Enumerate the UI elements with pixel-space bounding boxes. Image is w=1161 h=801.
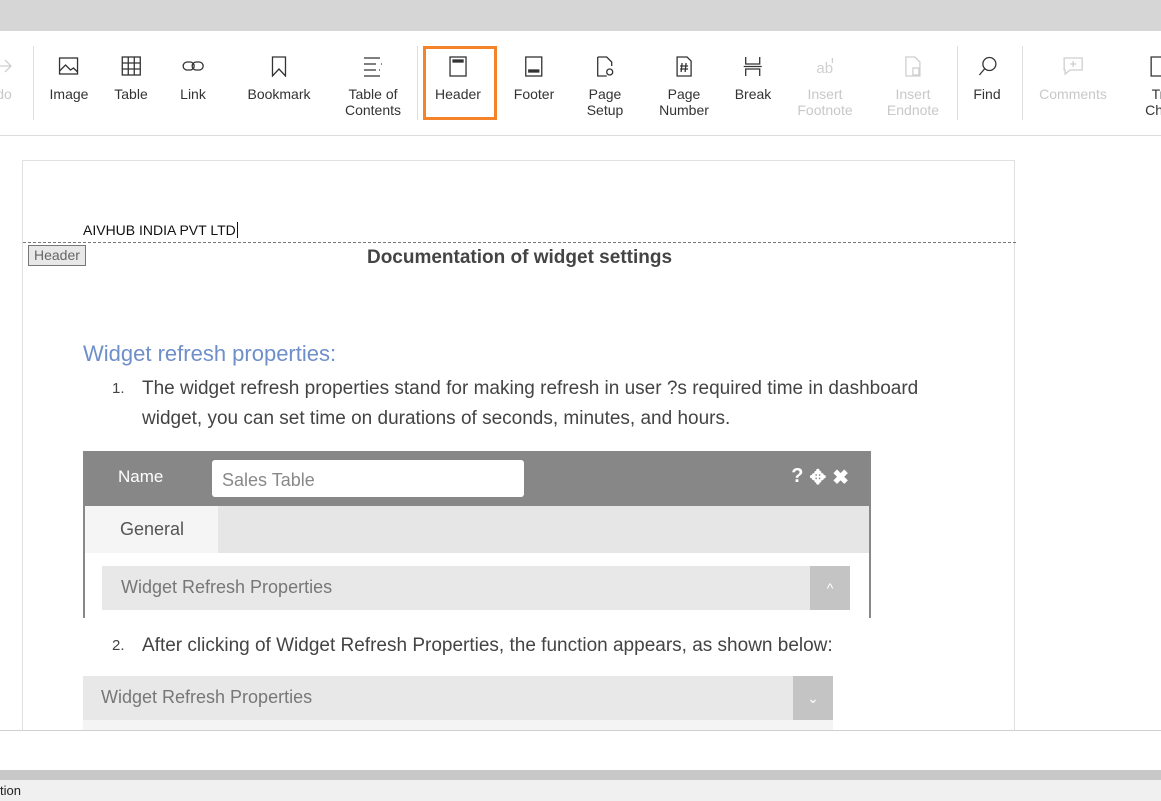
title-bar xyxy=(0,0,1161,31)
find-button[interactable]: Find xyxy=(973,31,1001,136)
widget-refresh-screenshot: Widget Refresh Properties ⌄ xyxy=(83,676,833,731)
break-button[interactable]: Break xyxy=(735,31,771,136)
redo-button[interactable]: do xyxy=(0,31,15,136)
scrollbar[interactable] xyxy=(0,770,1161,780)
help-icon: ? xyxy=(791,465,804,487)
separator xyxy=(1022,46,1023,120)
accordion-widget-refresh: Widget Refresh Properties ^ xyxy=(102,566,850,610)
link-icon xyxy=(181,53,205,79)
search-icon xyxy=(976,53,998,79)
redo-icon xyxy=(0,53,15,79)
table-icon xyxy=(120,53,142,79)
link-button[interactable]: Link xyxy=(180,31,206,136)
header-boundary xyxy=(23,242,1016,243)
page-setup-button[interactable]: Page Setup xyxy=(587,31,623,136)
image-icon xyxy=(58,53,80,79)
close-icon: ✖ xyxy=(832,467,849,489)
header-text[interactable]: AIVHUB INDIA PVT LTD xyxy=(83,222,238,238)
bookmark-button[interactable]: Bookmark xyxy=(247,31,311,136)
move-icon: ✥ xyxy=(809,467,827,489)
document-area[interactable]: AIVHUB INDIA PVT LTD Header Documentatio… xyxy=(0,136,1161,731)
page-setup-icon xyxy=(594,53,616,79)
name-input: Sales Table xyxy=(212,460,524,497)
separator xyxy=(957,46,958,120)
tab-general: General xyxy=(85,506,218,553)
page-number-icon xyxy=(673,53,695,79)
widget-settings-screenshot: Name Sales Table ? ✥ ✖ General Widget Re… xyxy=(83,451,871,618)
insert-endnote-button[interactable]: Insert Endnote xyxy=(887,31,939,136)
footer-icon xyxy=(523,53,545,79)
insert-footnote-button[interactable]: ab Insert Footnote xyxy=(797,31,853,136)
section-heading: Widget refresh properties: xyxy=(83,341,337,366)
horizontal-scroll-area xyxy=(0,730,1161,770)
track-changes-icon xyxy=(1147,53,1161,79)
chevron-down-icon: ⌄ xyxy=(793,676,833,720)
footnote-icon: ab xyxy=(814,53,836,79)
comment-icon xyxy=(1062,53,1084,79)
chevron-up-icon: ^ xyxy=(810,566,850,610)
break-icon xyxy=(742,53,764,79)
comments-button[interactable]: Comments xyxy=(1039,31,1107,136)
table-button[interactable]: Table xyxy=(114,31,148,136)
status-bar: tion xyxy=(0,780,1161,801)
document-title: Documentation of widget settings xyxy=(366,247,673,268)
track-changes-button[interactable]: Tr Cha xyxy=(1145,31,1161,136)
page-number-button[interactable]: Page Number xyxy=(659,31,709,136)
header-icon xyxy=(447,53,469,79)
table-of-contents-icon xyxy=(362,53,384,79)
image-button[interactable]: Image xyxy=(50,31,88,136)
document-page[interactable]: AIVHUB INDIA PVT LTD Header Documentatio… xyxy=(22,160,1016,731)
footer-button[interactable]: Footer xyxy=(514,31,554,136)
separator xyxy=(417,46,418,120)
header-button[interactable]: Header xyxy=(435,31,481,136)
endnote-icon xyxy=(902,53,924,79)
table-of-contents-button[interactable]: Table of Contents xyxy=(345,31,401,136)
bookmark-icon xyxy=(268,53,290,79)
separator xyxy=(33,46,34,120)
svg-text:ab: ab xyxy=(816,60,833,77)
ribbon-toolbar: do Image Table Link Bookmark Table of Co… xyxy=(0,31,1161,136)
